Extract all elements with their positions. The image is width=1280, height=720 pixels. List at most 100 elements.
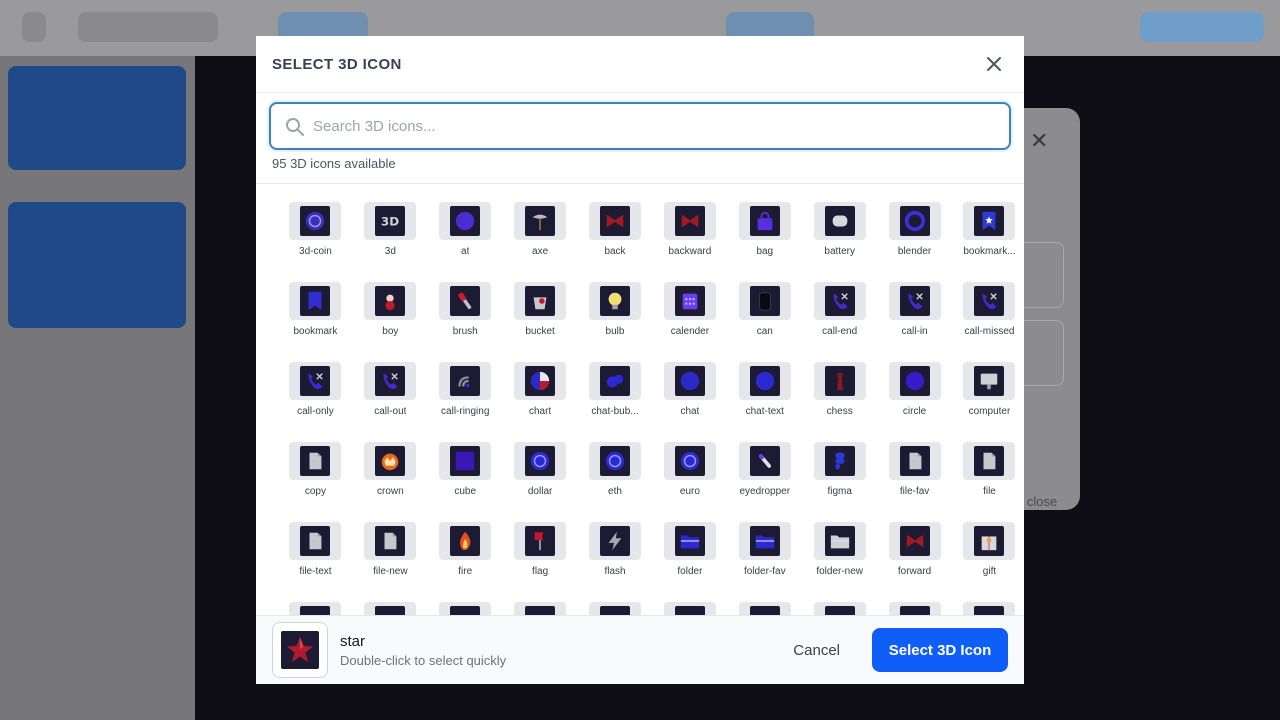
icon-option[interactable]: file xyxy=(952,442,1024,502)
icon-option[interactable]: bag xyxy=(727,202,802,262)
icon-label: call-in xyxy=(901,326,928,337)
icon-option[interactable]: flag xyxy=(503,522,578,582)
icon-option[interactable]: axe xyxy=(503,202,578,262)
icon-label: file xyxy=(983,486,996,497)
icon-label: dollar xyxy=(527,486,553,497)
icon-option[interactable]: cube xyxy=(428,442,503,502)
call-in-icon xyxy=(908,293,923,309)
icon-option[interactable]: boy xyxy=(353,282,428,342)
icon-option[interactable] xyxy=(503,602,578,615)
backward-icon xyxy=(681,214,699,228)
bulb-icon xyxy=(608,292,622,310)
icon-option[interactable] xyxy=(578,602,653,615)
icon-option[interactable]: copy xyxy=(278,442,353,502)
icon-thumbnail xyxy=(289,522,342,560)
icon-option[interactable]: crown xyxy=(353,442,428,502)
icon-thumbnail xyxy=(663,522,716,560)
icon-option[interactable]: call-missed xyxy=(952,282,1024,342)
call-missed-icon xyxy=(982,293,998,309)
icon-option[interactable]: eyedropper xyxy=(727,442,802,502)
background-close-icon: ✕ xyxy=(1030,128,1049,153)
icon-option[interactable]: file-text xyxy=(278,522,353,582)
icon-option[interactable]: chat-text xyxy=(727,362,802,422)
icon-option[interactable] xyxy=(353,602,428,615)
icon-option[interactable]: can xyxy=(727,282,802,342)
icon-thumbnail xyxy=(663,282,716,320)
icon-option[interactable]: chart xyxy=(503,362,578,422)
icon-option[interactable]: fire xyxy=(428,522,503,582)
icon-option[interactable]: chat-bub... xyxy=(578,362,653,422)
icon-option[interactable]: circle xyxy=(877,362,952,422)
icon-option[interactable]: back xyxy=(578,202,653,262)
calender-icon xyxy=(682,293,698,310)
icon-option[interactable]: 3D 3d xyxy=(353,202,428,262)
icon-option[interactable]: dollar xyxy=(503,442,578,502)
icon-option[interactable]: bookmark... xyxy=(952,202,1024,262)
icon-label: call-missed xyxy=(964,326,1015,337)
icon-thumbnail xyxy=(364,602,417,615)
icon-option[interactable]: forward xyxy=(877,522,952,582)
icon-label: folder-new xyxy=(816,566,864,577)
icon-option[interactable]: blender xyxy=(877,202,952,262)
icon-option[interactable] xyxy=(802,602,877,615)
icon-thumbnail xyxy=(663,362,716,400)
icon-thumbnail: 3D xyxy=(364,202,417,240)
icon-thumbnail xyxy=(663,442,716,480)
icon-option[interactable]: chess xyxy=(802,362,877,422)
icon-label: chat xyxy=(680,406,700,417)
icon-option[interactable]: euro xyxy=(652,442,727,502)
icon-option[interactable]: battery xyxy=(802,202,877,262)
cube-icon xyxy=(456,451,475,471)
icon-option[interactable]: call-end xyxy=(802,282,877,342)
modal-footer: star Double-click to select quickly Canc… xyxy=(256,615,1024,684)
icon-option[interactable]: at xyxy=(428,202,503,262)
crown-icon xyxy=(382,453,399,471)
icon-thumbnail xyxy=(813,202,866,240)
icon-option[interactable]: folder-new xyxy=(802,522,877,582)
icon-label: folder-fav xyxy=(743,566,786,577)
icon-option[interactable]: bucket xyxy=(503,282,578,342)
icon-option[interactable]: chat xyxy=(652,362,727,422)
icon-option[interactable]: backward xyxy=(652,202,727,262)
icon-thumbnail xyxy=(289,602,342,615)
icon-option[interactable]: bookmark xyxy=(278,282,353,342)
close-button[interactable] xyxy=(980,50,1008,78)
icon-option[interactable] xyxy=(877,602,952,615)
icon-option[interactable]: eth xyxy=(578,442,653,502)
icon-option[interactable]: file-new xyxy=(353,522,428,582)
icon-option[interactable] xyxy=(278,602,353,615)
select-3d-icon-button[interactable]: Select 3D Icon xyxy=(872,628,1008,672)
icon-option[interactable]: calender xyxy=(652,282,727,342)
icon-option[interactable]: call-out xyxy=(353,362,428,422)
icon-option[interactable] xyxy=(727,602,802,615)
star-icon xyxy=(287,637,313,662)
icon-grid-scroll[interactable]: 3d-coin 3D 3d at axe back backward bag battery bl… xyxy=(256,184,1024,615)
icon-option[interactable]: 3d-coin xyxy=(278,202,353,262)
icon-option[interactable]: bulb xyxy=(578,282,653,342)
icon-option[interactable]: computer xyxy=(952,362,1024,422)
icon-thumbnail xyxy=(589,442,641,480)
icon-label: call-ringing xyxy=(441,406,490,417)
icon-thumbnail xyxy=(364,442,417,480)
icon-label: bulb xyxy=(605,326,625,337)
icon-option[interactable] xyxy=(428,602,503,615)
icon-option[interactable]: call-only xyxy=(278,362,353,422)
icon-option[interactable]: brush xyxy=(428,282,503,342)
search-input[interactable] xyxy=(271,104,1009,148)
icon-option[interactable]: file-fav xyxy=(877,442,952,502)
icon-option[interactable]: folder xyxy=(652,522,727,582)
cancel-button[interactable]: Cancel xyxy=(777,632,856,669)
icon-option[interactable]: call-ringing xyxy=(428,362,503,422)
icon-option[interactable]: folder-fav xyxy=(727,522,802,582)
icon-option[interactable]: gift xyxy=(952,522,1024,582)
icon-label: bucket xyxy=(525,326,555,337)
icon-thumbnail xyxy=(738,362,791,400)
icon-option[interactable] xyxy=(652,602,727,615)
icon-option[interactable]: flash xyxy=(578,522,653,582)
icon-option[interactable]: figma xyxy=(802,442,877,502)
icon-option[interactable]: call-in xyxy=(877,282,952,342)
icon-thumbnail xyxy=(963,522,1016,560)
icon-option[interactable] xyxy=(952,602,1024,615)
folder-icon xyxy=(680,535,700,549)
icon-label: 3d-coin xyxy=(299,246,332,257)
